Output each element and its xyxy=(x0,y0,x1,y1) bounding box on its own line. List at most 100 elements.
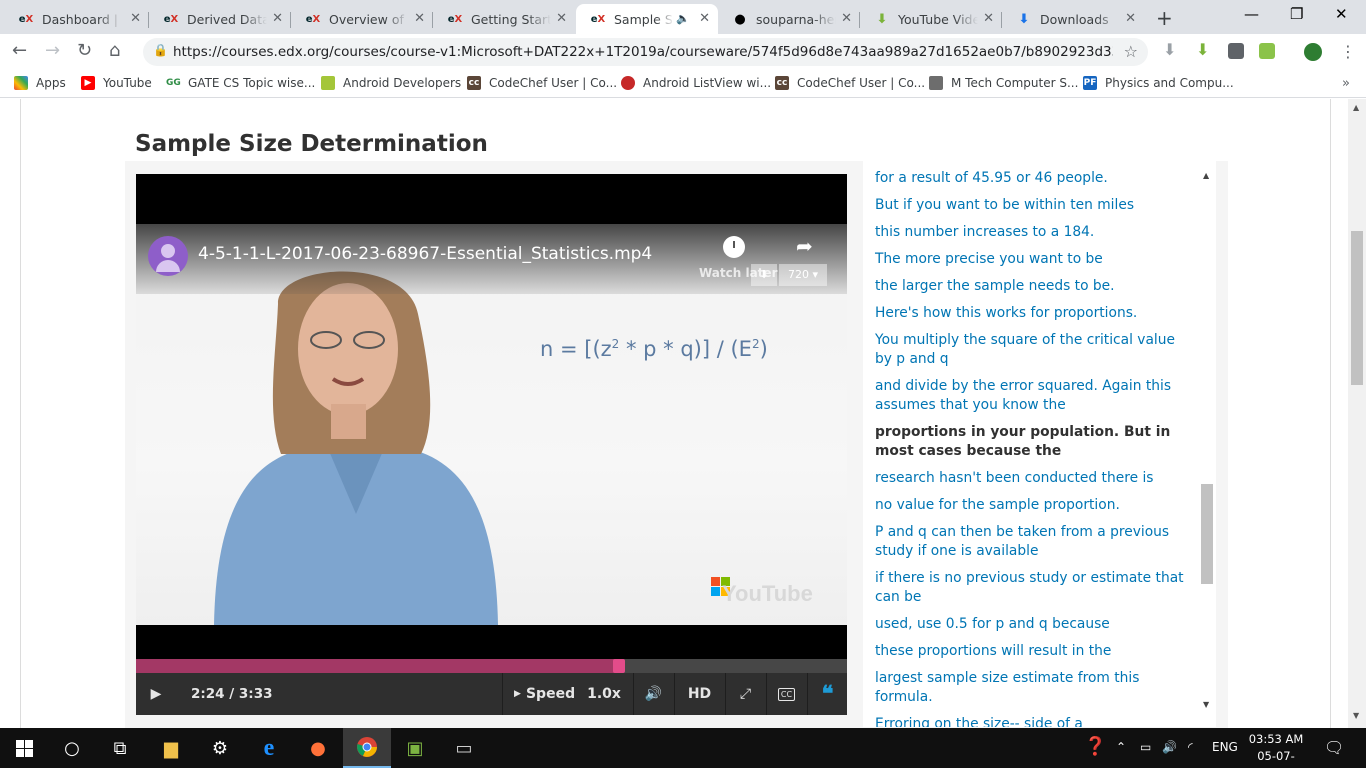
channel-avatar[interactable] xyxy=(148,236,188,276)
speaker-icon[interactable]: 🔈 xyxy=(676,12,690,25)
notifications-icon[interactable]: 🗨 xyxy=(1324,738,1344,757)
tab-downloads[interactable]: ⬇ Downloads ✕ xyxy=(1002,4,1144,34)
transcript-line[interactable]: no value for the sample proportion. xyxy=(875,496,1195,515)
transcript-toggle-button[interactable]: ❝ xyxy=(807,673,847,715)
close-tab-icon[interactable]: ✕ xyxy=(272,11,283,26)
fullscreen-button[interactable]: ⤢ xyxy=(725,673,765,715)
chevron-up-icon[interactable]: ⌃ xyxy=(1116,740,1126,754)
play-button[interactable]: ▶ xyxy=(136,673,176,715)
search-icon[interactable]: ○ xyxy=(48,728,96,768)
video-title[interactable]: 4-5-1-1-L-2017-06-23-68967-Essential_Sta… xyxy=(198,244,652,264)
transcript-line[interactable]: largest sample size estimate from this f… xyxy=(875,669,1195,707)
transcript-line[interactable]: for a result of 45.95 or 46 people. xyxy=(875,169,1195,188)
close-tab-icon[interactable]: ✕ xyxy=(556,11,567,26)
transcript-line[interactable]: proportions in your population. But in m… xyxy=(875,423,1195,461)
transcript-line[interactable]: The more precise you want to be xyxy=(875,250,1195,269)
minimize-button[interactable]: — xyxy=(1244,5,1259,23)
transcript-line[interactable]: Erroring on the size-- side of a xyxy=(875,715,1195,727)
bookmark-apps[interactable]: Apps xyxy=(14,76,66,90)
transcript-scrollbar-thumb[interactable] xyxy=(1201,484,1213,584)
home-icon[interactable]: ⌂ xyxy=(109,40,120,61)
url-text[interactable]: https://courses.edx.org/courses/course-v… xyxy=(173,44,1113,60)
tab-derived-data[interactable]: eX Derived Data | edX ✕ xyxy=(149,4,291,34)
scroll-up-icon[interactable]: ▲ xyxy=(1353,103,1359,112)
edge-icon[interactable]: e xyxy=(245,728,293,768)
transcript-line[interactable]: You multiply the square of the critical … xyxy=(875,331,1195,369)
transcript-line[interactable]: used, use 0.5 for p and q because xyxy=(875,615,1195,634)
close-tab-icon[interactable]: ✕ xyxy=(130,11,141,26)
tab-sample-size[interactable]: eX Sample Size 🔈 ✕ xyxy=(576,4,718,34)
download-icon[interactable]: ⬇ xyxy=(751,264,777,286)
help-icon[interactable]: ❓ xyxy=(1084,736,1106,757)
transcript-line[interactable]: But if you want to be within ten miles xyxy=(875,196,1195,215)
firefox-icon[interactable]: ● xyxy=(294,728,342,768)
bookmark-codechef-1[interactable]: cc CodeChef User | Co... xyxy=(467,76,617,90)
tab-dashboard[interactable]: eX Dashboard | edX ✕ xyxy=(4,4,149,34)
chrome-icon[interactable] xyxy=(343,728,391,768)
menu-icon[interactable]: ⋮ xyxy=(1340,42,1356,61)
restore-button[interactable]: ❐ xyxy=(1290,5,1303,23)
transcript-line[interactable]: P and q can then be taken from a previou… xyxy=(875,523,1195,561)
bookmark-codechef-2[interactable]: cc CodeChef User | Co... xyxy=(775,76,925,90)
file-explorer-icon[interactable]: ▆ xyxy=(147,728,195,768)
volume-button[interactable]: 🔊 xyxy=(633,673,673,715)
transcript-line[interactable]: the larger the sample needs to be. xyxy=(875,277,1195,296)
bookmark-gate[interactable]: GG GATE CS Topic wise... xyxy=(166,76,315,90)
video-player[interactable]: n = [(z2 * p * q)] / (E2) YouTube 4-5-1-… xyxy=(136,174,847,715)
reload-icon[interactable]: ↻ xyxy=(77,40,92,61)
settings-gear-icon[interactable]: ⚙ xyxy=(196,728,244,768)
closed-captions-button[interactable]: CC xyxy=(766,673,806,715)
more-bookmarks-icon[interactable]: » xyxy=(1342,76,1350,91)
bookmark-physics[interactable]: PF Physics and Compu... xyxy=(1083,76,1234,90)
language-indicator[interactable]: ENG xyxy=(1212,740,1238,754)
hd-button[interactable]: HD xyxy=(674,673,724,715)
download-extension-icon[interactable]: ⬇ xyxy=(1163,40,1179,59)
back-icon[interactable]: ← xyxy=(12,40,27,61)
tab-youtube-video[interactable]: ⬇ YouTube Video ✕ xyxy=(860,4,1002,34)
bookmark-youtube[interactable]: ▶ YouTube xyxy=(81,76,152,90)
progress-bar[interactable] xyxy=(136,659,847,673)
tab-getting-started[interactable]: eX Getting Started ✕ xyxy=(433,4,575,34)
page-scrollbar-thumb[interactable] xyxy=(1351,231,1363,385)
share-icon[interactable]: ➦ xyxy=(796,234,813,258)
extension-icon[interactable] xyxy=(1259,43,1275,59)
volume-icon[interactable]: 🔊 xyxy=(1162,740,1177,754)
transcript-line[interactable]: research hasn't been conducted there is xyxy=(875,469,1195,488)
tab-overview[interactable]: eX Overview of Pow ✕ xyxy=(291,4,433,34)
bookmark-android-developers[interactable]: Android Developers xyxy=(321,76,461,90)
extension-icon[interactable] xyxy=(1228,43,1244,59)
progress-handle[interactable] xyxy=(612,659,625,673)
new-tab-button[interactable]: + xyxy=(1156,6,1173,30)
wifi-icon[interactable]: ◜ xyxy=(1188,740,1193,754)
bookmark-star-icon[interactable]: ☆ xyxy=(1124,42,1138,61)
transcript-line[interactable]: these proportions will result in the xyxy=(875,642,1195,661)
terminal-icon[interactable]: ▭ xyxy=(440,728,488,768)
youtube-watermark[interactable]: YouTube xyxy=(722,581,813,607)
profile-avatar[interactable] xyxy=(1304,43,1322,61)
transcript-line[interactable]: Here's how this works for proportions. xyxy=(875,304,1195,323)
battery-icon[interactable]: ▭ xyxy=(1140,740,1151,754)
windows-start-icon[interactable] xyxy=(0,728,48,768)
video-downloader-icon[interactable]: ⬇ xyxy=(1196,40,1212,59)
transcript-line[interactable]: this number increases to a 184. xyxy=(875,223,1195,242)
speed-button[interactable]: ▶ Speed 1.0x xyxy=(502,673,632,715)
video-frame[interactable]: n = [(z2 * p * q)] / (E2) YouTube 4-5-1-… xyxy=(136,224,847,625)
quality-selector[interactable]: 720 ▾ xyxy=(779,264,827,286)
bookmark-mtech[interactable]: M Tech Computer S... xyxy=(929,76,1078,90)
close-tab-icon[interactable]: ✕ xyxy=(841,11,852,26)
scroll-down-icon[interactable]: ▼ xyxy=(1353,711,1359,720)
watch-later-icon[interactable] xyxy=(723,236,745,258)
close-window-button[interactable]: ✕ xyxy=(1335,5,1348,23)
notepad-icon[interactable]: ▣ xyxy=(391,728,439,768)
address-bar[interactable]: 🔒 https://courses.edx.org/courses/course… xyxy=(143,38,1148,66)
page-scrollbar[interactable]: ▲ ▼ xyxy=(1348,99,1366,728)
transcript-line[interactable]: if there is no previous study or estimat… xyxy=(875,569,1195,607)
transcript-line[interactable]: and divide by the error squared. Again t… xyxy=(875,377,1195,415)
close-tab-icon[interactable]: ✕ xyxy=(414,11,425,26)
bookmark-android-listview[interactable]: Android ListView wi... xyxy=(621,76,771,90)
scroll-down-icon[interactable]: ▼ xyxy=(1203,700,1209,709)
close-tab-icon[interactable]: ✕ xyxy=(699,11,710,26)
forward-icon[interactable]: → xyxy=(45,40,60,61)
close-tab-icon[interactable]: ✕ xyxy=(1125,11,1136,26)
close-tab-icon[interactable]: ✕ xyxy=(983,11,994,26)
